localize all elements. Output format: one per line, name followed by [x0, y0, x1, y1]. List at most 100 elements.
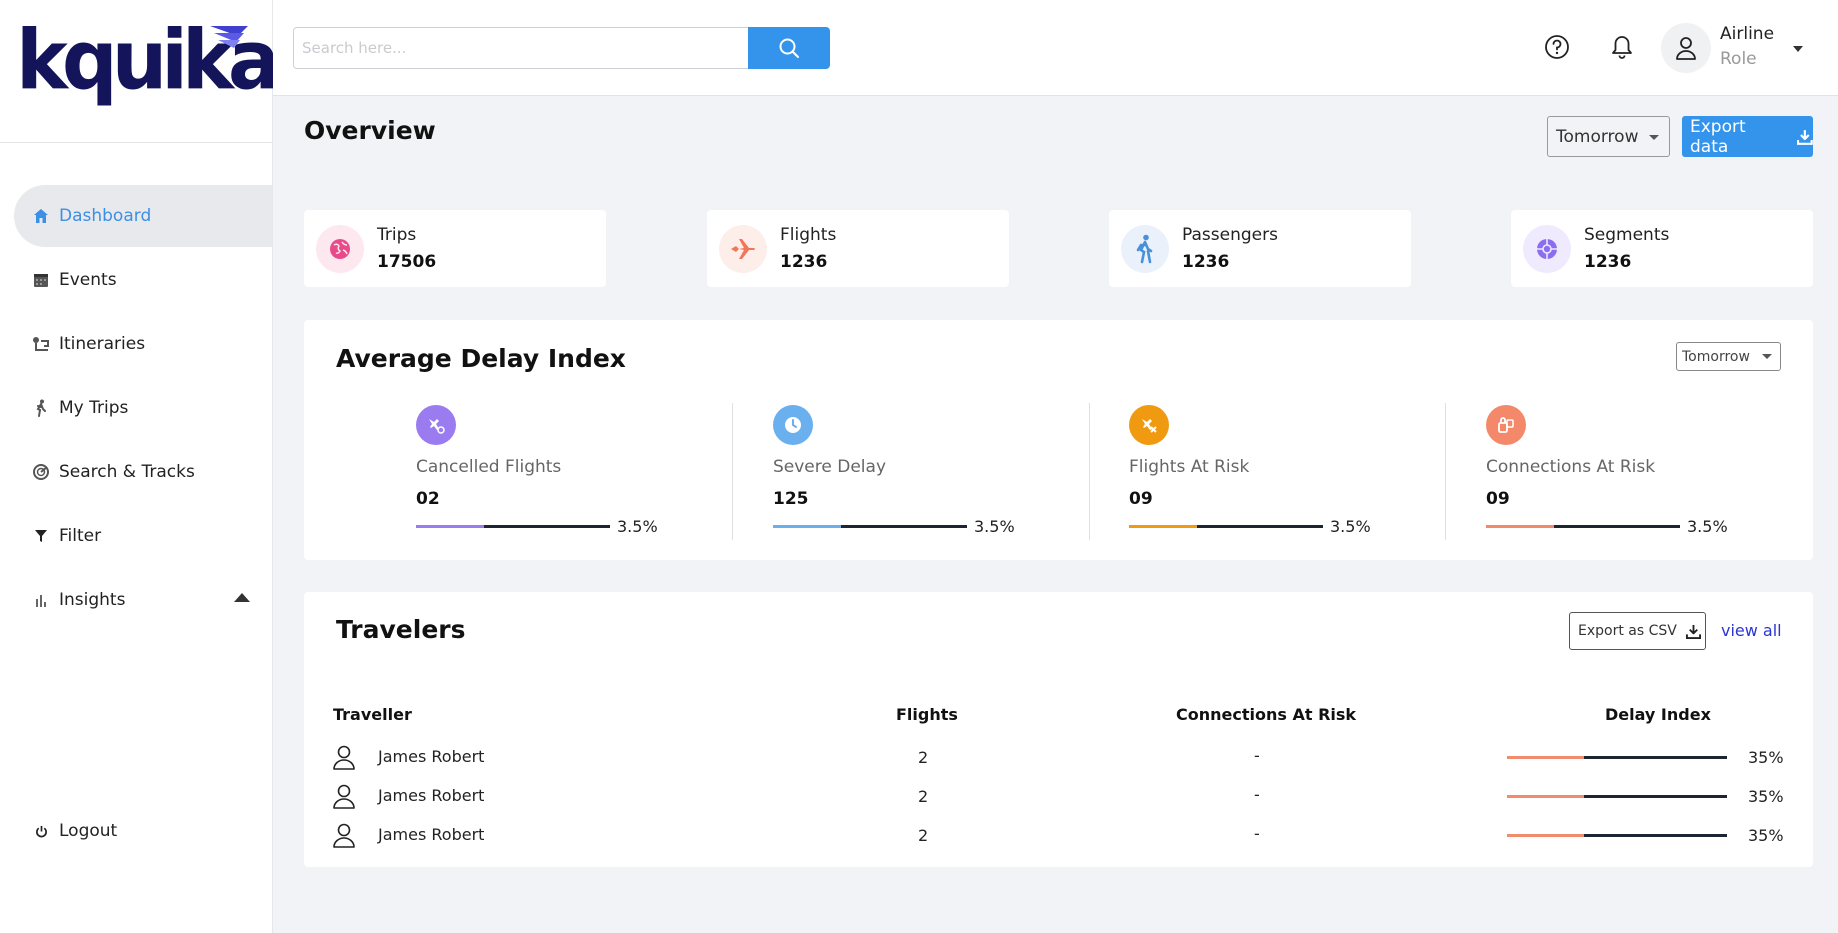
- metric-value: 125: [773, 489, 809, 509]
- metric-percent: 3.5%: [1330, 517, 1371, 536]
- column-header-delay-index[interactable]: Delay Index: [1605, 705, 1711, 724]
- help-icon: [1545, 35, 1569, 59]
- sidebar-item-label: Dashboard: [59, 206, 152, 226]
- metric-label: Flights At Risk: [1129, 457, 1250, 477]
- sidebar-item-label: Filter: [59, 526, 102, 546]
- stat-label: Flights: [780, 225, 837, 245]
- user-icon: [1676, 37, 1696, 60]
- traveler-icon: [32, 399, 50, 417]
- export-csv-button[interactable]: Export as CSV: [1569, 612, 1706, 650]
- traveler-connections: -: [1254, 785, 1260, 804]
- metric-value: 09: [1129, 489, 1153, 509]
- stat-value: 1236: [1182, 252, 1230, 272]
- delay-period-select[interactable]: Tomorrow: [1676, 342, 1781, 371]
- sidebar-item-insights[interactable]: Insights: [0, 569, 272, 631]
- sidebar-item-itineraries[interactable]: Itineraries: [0, 313, 272, 375]
- collapse-caret-icon[interactable]: [234, 593, 250, 602]
- traveler-flights: 2: [918, 787, 929, 806]
- search-bar: [293, 27, 830, 69]
- search-input[interactable]: [293, 27, 748, 69]
- metric-progress-bar: [773, 525, 967, 528]
- export-data-button[interactable]: Export data: [1682, 116, 1813, 157]
- column-header-traveller[interactable]: Traveller: [333, 705, 412, 724]
- route-icon: [32, 335, 50, 353]
- metric-value: 02: [416, 489, 440, 509]
- globe-icon: [316, 225, 364, 273]
- metric-label: Cancelled Flights: [416, 457, 562, 477]
- radar-icon: [32, 463, 50, 481]
- stat-value: 1236: [780, 252, 828, 272]
- download-icon: [1797, 129, 1813, 145]
- traveler-name: James Robert: [378, 786, 485, 805]
- column-header-connections[interactable]: Connections At Risk: [1176, 705, 1356, 724]
- traveler-flights: 2: [918, 748, 929, 767]
- user-icon: [333, 784, 355, 809]
- user-avatar[interactable]: [1661, 23, 1711, 73]
- home-icon: [32, 207, 50, 225]
- metric-progress-fill: [1129, 525, 1197, 528]
- stat-card-segments: Segments 1236: [1511, 210, 1813, 287]
- clock-icon: [773, 405, 813, 445]
- airplane-icon: [719, 225, 767, 273]
- sidebar-item-my-trips[interactable]: My Trips: [0, 377, 272, 439]
- metric-severe-delay: Severe Delay 125 3.5%: [773, 405, 1053, 545]
- table-row[interactable]: James Robert 2 - 35%: [304, 777, 1813, 816]
- stat-card-trips: Trips 17506: [304, 210, 606, 287]
- cancelled-flight-icon: [416, 405, 456, 445]
- stat-label: Trips: [377, 225, 417, 245]
- metric-progress-fill: [1486, 525, 1554, 528]
- export-data-label: Export data: [1690, 116, 1746, 157]
- bar-chart-icon: [32, 591, 50, 609]
- traveler-name: James Robert: [378, 747, 485, 766]
- delay-index-fill: [1507, 834, 1584, 837]
- delay-index-panel: Average Delay Index Tomorrow Cancelled F…: [304, 320, 1813, 560]
- delay-period-value: Tomorrow: [1682, 348, 1750, 365]
- traveler-connections: -: [1254, 746, 1260, 765]
- walking-passenger-icon: [1121, 225, 1169, 273]
- sidebar-item-filter[interactable]: Filter: [0, 505, 272, 567]
- sidebar-item-label: Insights: [59, 590, 126, 610]
- page-title: Overview: [304, 116, 436, 145]
- table-row[interactable]: James Robert 2 - 35%: [304, 816, 1813, 855]
- delay-index-percent: 35%: [1748, 826, 1784, 845]
- sidebar-item-search-tracks[interactable]: Search & Tracks: [0, 441, 272, 503]
- stat-value: 1236: [1584, 252, 1632, 272]
- view-all-link[interactable]: view all: [1721, 621, 1782, 640]
- filter-icon: [32, 527, 50, 545]
- metric-flights-at-risk: Flights At Risk 09 3.5%: [1129, 405, 1409, 545]
- logout-button[interactable]: Logout: [0, 800, 273, 862]
- user-menu-caret-icon[interactable]: [1793, 46, 1803, 52]
- stat-label: Passengers: [1182, 225, 1278, 245]
- sidebar-item-label: Itineraries: [59, 334, 146, 354]
- sidebar-item-dashboard[interactable]: Dashboard: [14, 185, 272, 247]
- stat-value: 17506: [377, 252, 437, 272]
- power-icon: [32, 822, 50, 840]
- table-row[interactable]: James Robert 2 - 35%: [304, 738, 1813, 777]
- segments-icon: [1523, 225, 1571, 273]
- user-name: Airline: [1720, 24, 1775, 44]
- logo[interactable]: kquika: [0, 0, 280, 143]
- column-header-flights[interactable]: Flights: [896, 705, 958, 724]
- sidebar-item-events[interactable]: Events: [0, 249, 272, 311]
- metric-progress-fill: [416, 525, 484, 528]
- metric-percent: 3.5%: [617, 517, 658, 536]
- period-select[interactable]: Tomorrow: [1547, 116, 1670, 157]
- sidebar-item-label: My Trips: [59, 398, 129, 418]
- search-button[interactable]: [748, 27, 830, 69]
- delay-index-bar: [1507, 795, 1727, 798]
- calendar-icon: [32, 271, 50, 289]
- notifications-button[interactable]: [1608, 33, 1636, 61]
- metric-progress-bar: [416, 525, 610, 528]
- stat-card-passengers: Passengers 1236: [1109, 210, 1411, 287]
- period-select-value: Tomorrow: [1556, 126, 1639, 147]
- top-header: Airline Role: [273, 0, 1838, 96]
- metric-divider: [1089, 403, 1090, 540]
- stat-label: Segments: [1584, 225, 1670, 245]
- metric-divider: [1445, 403, 1446, 540]
- delay-index-fill: [1507, 795, 1584, 798]
- metric-percent: 3.5%: [1687, 517, 1728, 536]
- export-csv-label: Export as CSV: [1578, 623, 1677, 639]
- delay-index-percent: 35%: [1748, 787, 1784, 806]
- help-button[interactable]: [1543, 33, 1571, 61]
- chevron-down-icon: [1649, 135, 1659, 140]
